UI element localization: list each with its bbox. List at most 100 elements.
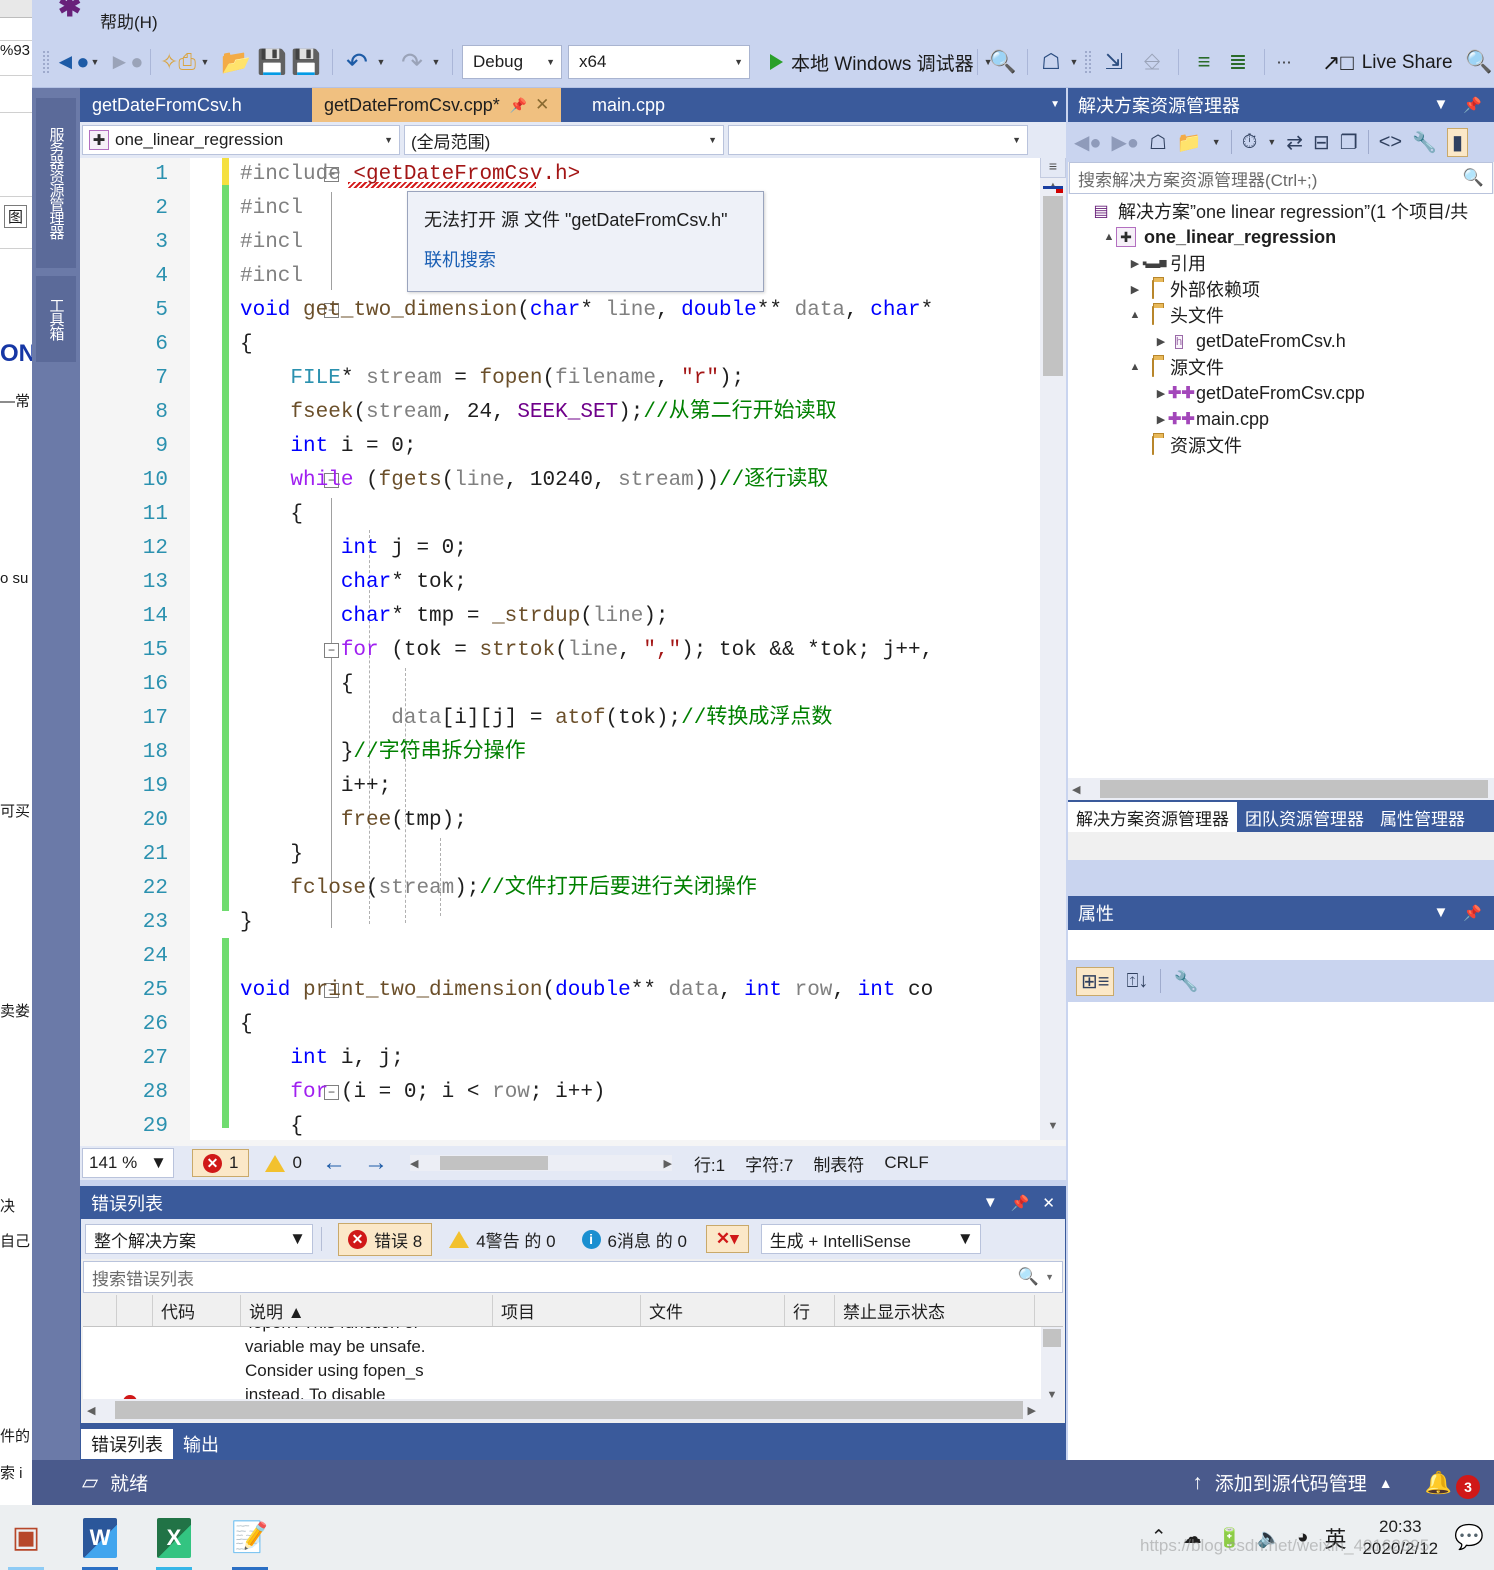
- close-icon[interactable]: ✕: [1042, 1194, 1055, 1212]
- chevron-down-icon[interactable]: ▼: [1433, 904, 1448, 922]
- document-tab-main-cpp[interactable]: main.cpp: [580, 88, 677, 122]
- expand-chevron-icon[interactable]: ▶: [1154, 335, 1168, 348]
- tab-list-chevron-down-icon[interactable]: ▼: [1050, 99, 1060, 110]
- configuration-combo[interactable]: Debug ▼: [462, 45, 562, 79]
- property-pages-wrench-icon[interactable]: 🔧: [1173, 969, 1198, 994]
- solution-tree[interactable]: ▤ 解决方案”one linear regression”(1 个项目/共 ▲ ✚ on…: [1068, 194, 1494, 778]
- collapse-all-icon[interactable]: ⊟: [1313, 130, 1330, 155]
- step-into-icon[interactable]: ⇲: [1098, 45, 1130, 79]
- redo-chevron-down-icon[interactable]: ▼: [427, 45, 445, 79]
- pin-icon[interactable]: 📌: [1463, 96, 1482, 114]
- chevron-down-icon[interactable]: ▼: [1212, 137, 1221, 147]
- tree-item[interactable]: ▲ ✚ one_linear_regression: [1068, 224, 1494, 250]
- code-line[interactable]: 27 int i, j;: [80, 1042, 1066, 1076]
- code-line[interactable]: 16 {: [80, 668, 1066, 702]
- chevron-up-icon[interactable]: ▲: [1379, 1475, 1393, 1491]
- tree-item[interactable]: ▶ h getDateFromCsv.h: [1068, 328, 1494, 354]
- open-folder-icon[interactable]: 📂: [220, 45, 252, 79]
- tooltip-search-online-link[interactable]: 联机搜索: [424, 246, 747, 272]
- code-line[interactable]: 17 data[i][j] = atof(tok);//转换成浮点数: [80, 702, 1066, 736]
- save-icon[interactable]: 💾: [257, 45, 287, 79]
- save-all-icon[interactable]: 💾: [290, 45, 322, 79]
- tree-item[interactable]: ▶ ✚✚ getDateFromCsv.cpp: [1068, 380, 1494, 406]
- clear-filter-button[interactable]: ✕▾: [705, 1225, 749, 1253]
- error-list-search-input[interactable]: 搜索错误列表 🔍 ▼: [83, 1261, 1063, 1293]
- home-icon[interactable]: ☖: [1036, 45, 1066, 79]
- project-scope-combo[interactable]: ✚ one_linear_regression ▼: [82, 125, 400, 155]
- expand-chevron-icon[interactable]: ▶: [1128, 283, 1142, 296]
- chevron-down-icon[interactable]: ▼: [1267, 137, 1276, 147]
- tab-solution-explorer[interactable]: 解决方案资源管理器: [1068, 802, 1237, 832]
- indent-decrease-icon[interactable]: ≣: [1222, 45, 1254, 79]
- code-editor[interactable]: − − − − − − 1 #include <getDateFromCsv.h>…: [80, 158, 1066, 1140]
- solution-explorer-horizontal-scrollbar[interactable]: ◀: [1068, 778, 1494, 800]
- scope-filter-combo[interactable]: 整个解决方案 ▼: [85, 1224, 313, 1254]
- search-icon[interactable]: 🔍: [1464, 45, 1494, 79]
- chevron-down-icon[interactable]: ▼: [1433, 96, 1448, 114]
- column-header-description[interactable]: 说明 ▲: [241, 1295, 493, 1326]
- code-line[interactable]: 12 int j = 0;: [80, 532, 1066, 566]
- taskbar-excel-icon[interactable]: X: [148, 1515, 200, 1570]
- alphabetical-icon[interactable]: ⍐↓: [1126, 970, 1148, 993]
- step-over-icon[interactable]: ⎒: [1136, 45, 1168, 79]
- indent-increase-icon[interactable]: ≡: [1188, 45, 1220, 79]
- refresh-icon[interactable]: ⇄: [1286, 130, 1303, 155]
- collapse-chevron-icon[interactable]: ▲: [1102, 231, 1116, 243]
- show-all-files-icon[interactable]: ❐: [1340, 130, 1358, 155]
- code-line[interactable]: 11 {: [80, 498, 1066, 532]
- column-header-file[interactable]: 文件: [641, 1295, 785, 1326]
- find-icon[interactable]: 🔍: [987, 45, 1019, 79]
- code-line[interactable]: 1 #include <getDateFromCsv.h>: [80, 158, 1066, 192]
- tab-property-manager[interactable]: 属性管理器: [1372, 802, 1473, 832]
- pin-icon[interactable]: 📌: [1463, 904, 1482, 922]
- messages-filter-button[interactable]: i 6消息 的 0: [573, 1224, 696, 1255]
- code-line[interactable]: 8 fseek(stream, 24, SEEK_SET);//从第二行开始读取: [80, 396, 1066, 430]
- chevron-down-icon[interactable]: ▼: [983, 1194, 998, 1212]
- start-debugging-button[interactable]: 本地 Windows 调试器 ▼: [770, 46, 993, 78]
- editor-split-handle[interactable]: ≡: [1040, 158, 1066, 178]
- column-header[interactable]: [83, 1295, 117, 1326]
- editor-vertical-scrollbar[interactable]: ≡ ▲ ▼: [1040, 158, 1066, 1140]
- editor-horizontal-scrollbar[interactable]: ◀ ▶: [409, 1155, 672, 1171]
- taskbar-notepad-editor-icon[interactable]: 📝: [224, 1515, 276, 1570]
- forward-arrow-icon[interactable]: ►●: [108, 45, 143, 79]
- previous-issue-arrow-icon[interactable]: ←: [322, 1149, 346, 1177]
- next-issue-arrow-icon[interactable]: →: [364, 1149, 388, 1177]
- code-line[interactable]: 22 fclose(stream);//文件打开后要进行关闭操作: [80, 872, 1066, 906]
- scrollbar-thumb[interactable]: [1100, 780, 1489, 798]
- tree-item[interactable]: ▤ 解决方案”one linear regression”(1 个项目/共: [1068, 198, 1494, 224]
- code-line[interactable]: 14 char* tmp = _strdup(line);: [80, 600, 1066, 634]
- properties-object-combo[interactable]: [1068, 930, 1494, 960]
- collapse-chevron-icon[interactable]: ▲: [1128, 309, 1142, 321]
- code-line[interactable]: 18 }//字符串拆分操作: [80, 736, 1066, 770]
- tree-item[interactable]: ▶ ✚✚ main.cpp: [1068, 406, 1494, 432]
- preview-icon[interactable]: ▮: [1446, 127, 1468, 157]
- undo-icon[interactable]: ↶: [342, 45, 372, 79]
- code-line[interactable]: 23}: [80, 906, 1066, 940]
- properties-grid[interactable]: [1068, 1002, 1494, 1452]
- scroll-down-icon[interactable]: ▼: [1044, 1120, 1062, 1136]
- scrollbar-thumb[interactable]: [440, 1156, 549, 1170]
- document-tab-getdatefromcsv-cpp[interactable]: getDateFromCsv.cpp* 📌 ✕: [312, 88, 562, 122]
- expand-chevron-icon[interactable]: ▶: [1154, 387, 1168, 400]
- tree-item[interactable]: ▲ 源文件: [1068, 354, 1494, 380]
- warnings-filter-button[interactable]: 4警告 的 0: [440, 1224, 564, 1255]
- back-arrow-icon[interactable]: ◀●: [1074, 130, 1101, 155]
- search-icon[interactable]: 🔍: [1463, 168, 1484, 188]
- home-icon[interactable]: ☖: [1149, 130, 1167, 155]
- new-item-chevron-down-icon[interactable]: ▼: [196, 45, 214, 79]
- tree-item[interactable]: ▶ 外部依赖项: [1068, 276, 1494, 302]
- code-line[interactable]: 7 FILE* stream = fopen(filename, "r");: [80, 362, 1066, 396]
- scrollbar-thumb[interactable]: [1043, 196, 1063, 376]
- menu-item-help[interactable]: 帮助(H): [100, 8, 158, 33]
- member-scope-combo[interactable]: (全局范围) ▼: [404, 125, 724, 155]
- errors-filter-button[interactable]: ✕ 错误 8: [338, 1222, 433, 1256]
- pin-tab-icon[interactable]: 📌: [510, 97, 527, 114]
- dock-tab-server-explorer[interactable]: 服务器资源管理器: [36, 98, 76, 268]
- sync-with-document-icon[interactable]: 📁: [1177, 130, 1202, 155]
- source-control-label[interactable]: 添加到源代码管理: [1215, 1469, 1367, 1496]
- pending-changes-icon[interactable]: ⏱: [1242, 131, 1258, 154]
- code-line[interactable]: 28 for (i = 0; i < row; i++): [80, 1076, 1066, 1110]
- code-line[interactable]: 6{: [80, 328, 1066, 362]
- toolbar-overflow-icon[interactable]: ⋯: [1272, 45, 1296, 79]
